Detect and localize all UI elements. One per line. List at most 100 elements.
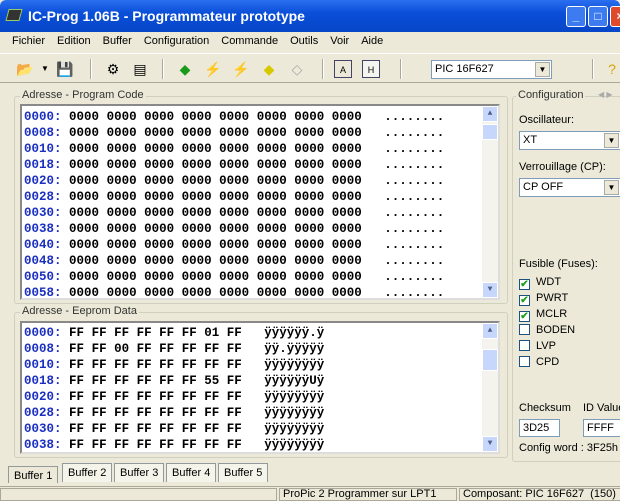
word-cell[interactable]: 0000 xyxy=(294,158,324,172)
word-cell[interactable]: 0000 xyxy=(69,190,99,204)
word-cell[interactable]: 0000 xyxy=(144,158,174,172)
byte-cell[interactable]: FF xyxy=(204,390,219,404)
byte-cell[interactable]: FF xyxy=(69,358,84,372)
word-cell[interactable]: 0000 xyxy=(332,158,362,172)
byte-cell[interactable]: FF xyxy=(114,406,129,420)
word-cell[interactable]: 0000 xyxy=(332,270,362,284)
word-cell[interactable]: 0000 xyxy=(182,190,212,204)
word-cell[interactable]: 0000 xyxy=(107,222,137,236)
word-cell[interactable]: 0000 xyxy=(294,142,324,156)
fuse-boden[interactable]: BODEN xyxy=(519,323,575,339)
byte-cell[interactable]: FF xyxy=(114,374,129,388)
word-cell[interactable]: 0000 xyxy=(107,142,137,156)
word-cell[interactable]: 0000 xyxy=(219,110,249,124)
word-cell[interactable]: 0000 xyxy=(257,174,287,188)
word-cell[interactable]: 0000 xyxy=(144,142,174,156)
word-cell[interactable]: 0000 xyxy=(219,190,249,204)
byte-cell[interactable]: FF xyxy=(204,406,219,420)
byte-cell[interactable]: FF xyxy=(204,438,219,452)
id-value-field[interactable]: FFFF xyxy=(583,419,620,437)
word-cell[interactable]: 0000 xyxy=(182,158,212,172)
eeprom-scrollbar[interactable]: ▲ ▼ xyxy=(482,323,498,452)
word-cell[interactable]: 0000 xyxy=(294,222,324,236)
byte-cell[interactable]: FF xyxy=(227,422,242,436)
fuse-lvp[interactable]: LVP xyxy=(519,339,556,355)
word-cell[interactable]: 0000 xyxy=(107,238,137,252)
word-cell[interactable]: 0000 xyxy=(182,206,212,220)
word-cell[interactable]: 0000 xyxy=(182,286,212,298)
byte-cell[interactable]: 00 xyxy=(114,342,129,356)
word-cell[interactable]: 0000 xyxy=(69,254,99,268)
word-cell[interactable]: 0000 xyxy=(332,142,362,156)
oscillator-select[interactable]: XT ▼ xyxy=(519,131,620,150)
byte-cell[interactable]: FF xyxy=(92,390,107,404)
settings-icon[interactable]: ▤ xyxy=(131,60,149,78)
word-cell[interactable]: 0000 xyxy=(219,270,249,284)
menu-aide[interactable]: Aide xyxy=(355,32,389,51)
fuse-pwrt[interactable]: ✔ PWRT xyxy=(519,291,568,307)
word-cell[interactable]: 0000 xyxy=(182,222,212,236)
byte-cell[interactable]: FF xyxy=(182,406,197,420)
word-cell[interactable]: 0000 xyxy=(144,270,174,284)
byte-cell[interactable]: FF xyxy=(159,326,174,340)
maximize-button[interactable]: □ xyxy=(588,6,608,27)
byte-cell[interactable]: FF xyxy=(227,358,242,372)
read-icon[interactable]: ◆ xyxy=(176,60,194,78)
word-cell[interactable]: 0000 xyxy=(294,190,324,204)
byte-cell[interactable]: FF xyxy=(159,438,174,452)
menu-fichier[interactable]: Fichier xyxy=(6,32,51,51)
word-cell[interactable]: 0000 xyxy=(332,206,362,220)
byte-cell[interactable]: FF xyxy=(69,438,84,452)
word-cell[interactable]: 0000 xyxy=(144,222,174,236)
byte-cell[interactable]: FF xyxy=(137,326,152,340)
word-cell[interactable]: 0000 xyxy=(107,206,137,220)
word-cell[interactable]: 0000 xyxy=(294,238,324,252)
byte-cell[interactable]: FF xyxy=(69,342,84,356)
word-cell[interactable]: 0000 xyxy=(332,110,362,124)
word-cell[interactable]: 0000 xyxy=(257,142,287,156)
menu-outils[interactable]: Outils xyxy=(284,32,324,51)
word-cell[interactable]: 0000 xyxy=(107,110,137,124)
byte-cell[interactable]: FF xyxy=(137,438,152,452)
byte-cell[interactable]: FF xyxy=(159,358,174,372)
byte-cell[interactable]: FF xyxy=(114,358,129,372)
byte-cell[interactable]: FF xyxy=(159,406,174,420)
byte-cell[interactable]: FF xyxy=(182,438,197,452)
word-cell[interactable]: 0000 xyxy=(69,174,99,188)
word-cell[interactable]: 0000 xyxy=(182,110,212,124)
byte-cell[interactable]: FF xyxy=(92,422,107,436)
word-cell[interactable]: 0000 xyxy=(144,206,174,220)
byte-cell[interactable]: FF xyxy=(137,406,152,420)
word-cell[interactable]: 0000 xyxy=(219,206,249,220)
byte-cell[interactable]: FF xyxy=(182,390,197,404)
byte-cell[interactable]: 01 xyxy=(204,326,219,340)
eeprom-view[interactable]: ▲ ▼ 0000: FF FF FF FF FF FF 01 FF ÿÿÿÿÿÿ… xyxy=(20,321,500,454)
word-cell[interactable]: 0000 xyxy=(294,254,324,268)
byte-cell[interactable]: FF xyxy=(159,374,174,388)
word-cell[interactable]: 0000 xyxy=(332,238,362,252)
checkbox[interactable]: ✔ xyxy=(519,279,530,290)
word-cell[interactable]: 0000 xyxy=(294,110,324,124)
byte-cell[interactable]: FF xyxy=(92,406,107,420)
tab-buffer-4[interactable]: Buffer 4 xyxy=(166,463,217,482)
byte-cell[interactable]: FF xyxy=(227,406,242,420)
tab-buffer-5[interactable]: Buffer 5 xyxy=(218,463,269,482)
byte-cell[interactable]: FF xyxy=(69,326,84,340)
byte-cell[interactable]: FF xyxy=(182,342,197,356)
byte-cell[interactable]: FF xyxy=(227,390,242,404)
word-cell[interactable]: 0000 xyxy=(257,158,287,172)
minimize-button[interactable]: _ xyxy=(566,6,586,27)
byte-cell[interactable]: 55 xyxy=(204,374,219,388)
word-cell[interactable]: 0000 xyxy=(257,270,287,284)
panel-arrows-icon[interactable]: ◀ ▶ xyxy=(598,90,613,99)
word-cell[interactable]: 0000 xyxy=(219,222,249,236)
byte-cell[interactable]: FF xyxy=(137,390,152,404)
word-cell[interactable]: 0000 xyxy=(257,222,287,236)
device-select[interactable]: PIC 16F627 ▼ xyxy=(431,60,552,79)
byte-cell[interactable]: FF xyxy=(137,342,152,356)
menu-voir[interactable]: Voir xyxy=(324,32,355,51)
word-cell[interactable]: 0000 xyxy=(144,254,174,268)
byte-cell[interactable]: FF xyxy=(182,422,197,436)
word-cell[interactable]: 0000 xyxy=(332,222,362,236)
word-cell[interactable]: 0000 xyxy=(144,174,174,188)
